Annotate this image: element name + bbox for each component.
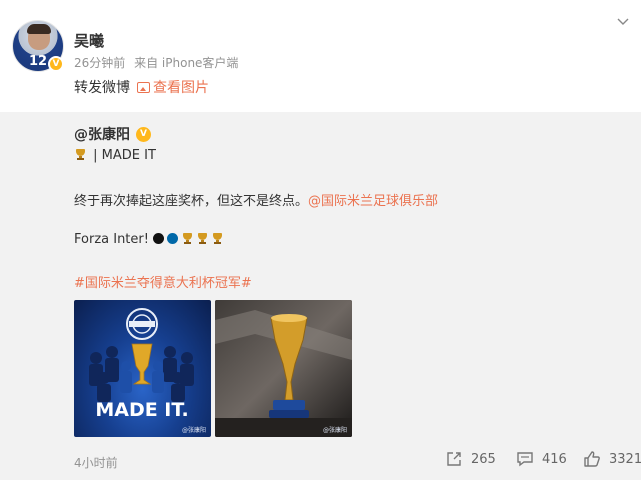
chevron-down-icon[interactable] (617, 16, 629, 28)
verified-badge-icon: V (48, 56, 64, 72)
user-name[interactable]: 吴曦 (74, 30, 104, 51)
original-time[interactable]: 4小时前 (74, 454, 118, 471)
photo-team-celebration[interactable]: MADE IT. @张康阳 (74, 300, 211, 437)
original-line-2: 终于再次捧起这座奖杯，但这不是终点。@国际米兰足球俱乐部 (74, 190, 438, 209)
post-source: 来自 iPhone客户端 (134, 56, 239, 70)
original-line-1: | MADE IT (74, 148, 156, 163)
like-button[interactable]: 3321 (583, 450, 641, 468)
photo-watermark: @张康阳 (181, 427, 206, 434)
repost-button[interactable]: 265 (445, 450, 496, 468)
repost-text: 转发微博 (74, 80, 130, 96)
view-picture-link[interactable]: 查看图片 (137, 77, 209, 97)
original-text: 终于再次捧起这座奖杯，但这不是终点。 (74, 194, 309, 209)
comment-count: 416 (542, 451, 567, 467)
blue-circle-icon (167, 233, 179, 244)
original-author[interactable]: @张康阳 V (74, 124, 151, 144)
original-author-name[interactable]: @张康阳 (74, 124, 130, 144)
team-celebration-image: MADE IT. (89, 308, 194, 421)
trophy-icon (74, 148, 87, 161)
trophy-icon (181, 232, 194, 245)
trophy-icon (196, 232, 209, 245)
view-picture-label: 查看图片 (153, 80, 209, 96)
made-it-caption: MADE IT. (95, 399, 188, 421)
post-meta: 26分钟前 来自 iPhone客户端 (74, 54, 243, 71)
repost-count: 265 (471, 451, 496, 467)
repost-icon (447, 452, 461, 466)
comment-button[interactable]: 416 (516, 450, 567, 468)
trophy-closeup-image (215, 300, 352, 437)
mention-link[interactable]: @国际米兰足球俱乐部 (308, 194, 438, 209)
hashtag-link[interactable]: #国际米兰夺得意大利杯冠军# (74, 276, 252, 291)
photo-trophy-closeup[interactable]: @张康阳 (215, 300, 352, 437)
original-post: @张康阳 V | MADE IT 终于再次捧起这座奖杯，但这不是终点。@国际米兰… (0, 112, 641, 480)
thumbs-up-icon (584, 451, 600, 467)
verified-badge-icon: V (136, 126, 151, 142)
picture-icon (137, 81, 150, 93)
made-it-text: | MADE IT (93, 148, 156, 163)
like-count: 3321 (609, 451, 641, 467)
hashtag-line: #国际米兰夺得意大利杯冠军# (74, 272, 252, 291)
original-line-3: Forza Inter! (74, 232, 226, 247)
forza-text: Forza Inter! (74, 232, 149, 247)
avatar-jersey-number: 12 (29, 54, 48, 69)
black-circle-icon (153, 233, 165, 244)
repost-header: 12 V 吴曦 26分钟前 来自 iPhone客户端 转发微博 查看图片 (0, 0, 641, 112)
post-time[interactable]: 26分钟前 (74, 56, 125, 70)
avatar-hair (27, 24, 51, 34)
trophy-icon (211, 232, 224, 245)
comment-icon (517, 452, 533, 467)
photo-watermark: @张康阳 (322, 427, 347, 434)
